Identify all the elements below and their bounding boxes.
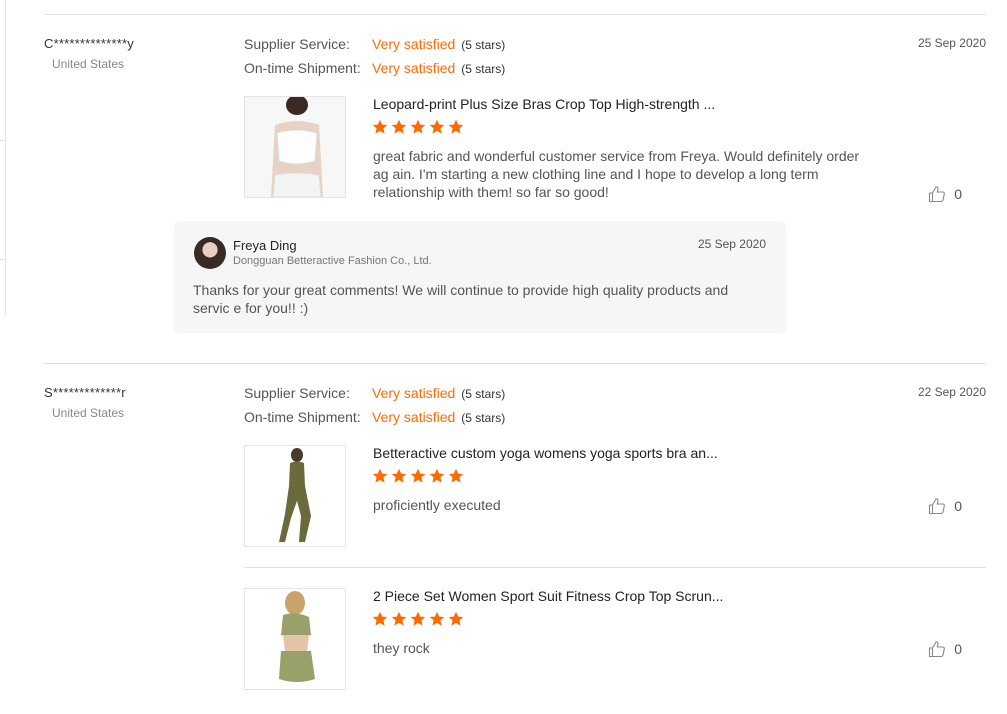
product-review: Leopard-print Plus Size Bras Crop Top Hi… — [244, 96, 986, 216]
reply-company: Dongguan Betteractive Fashion Co., Ltd. — [233, 255, 432, 267]
review-date: 22 Sep 2020 — [917, 385, 986, 399]
supplier-reply: Freya Ding Dongguan Betteractive Fashion… — [174, 221, 786, 333]
product-stars — [372, 468, 467, 488]
review-comment: proficiently executed — [373, 497, 501, 513]
supplier-service-label: Supplier Service: — [244, 385, 350, 401]
buyer-country: United States — [52, 57, 125, 71]
shipment-value: Very satisfied — [372, 409, 456, 425]
like-count: 0 — [954, 186, 962, 202]
review-comment: they rock — [373, 640, 430, 656]
left-border-tick — [0, 140, 6, 141]
star-icon — [429, 611, 445, 626]
supplier-service-label: Supplier Service: — [244, 36, 350, 52]
thumbs-up-icon — [929, 186, 946, 203]
product-thumbnail[interactable] — [244, 588, 346, 690]
review-item: S*************r United States Supplier S… — [44, 363, 986, 704]
shipment-label: On-time Shipment: — [244, 409, 361, 425]
left-border — [5, 0, 6, 315]
reply-author-name: Freya Ding — [233, 238, 297, 253]
star-icon — [410, 119, 426, 134]
shipment-label: On-time Shipment: — [244, 60, 361, 76]
product-divider — [244, 567, 986, 568]
star-icon — [410, 468, 426, 483]
star-icon — [372, 468, 388, 483]
product-stars — [372, 119, 467, 139]
like-count: 0 — [954, 641, 962, 657]
avatar — [194, 237, 226, 269]
star-icon — [429, 468, 445, 483]
buyer-name: S*************r — [44, 385, 126, 400]
like-button[interactable]: 0 — [928, 185, 962, 203]
supplier-service-stars: (5 stars) — [461, 38, 506, 52]
shipment-stars: (5 stars) — [461, 411, 506, 425]
product-image — [245, 446, 345, 546]
product-title-link[interactable]: 2 Piece Set Women Sport Suit Fitness Cro… — [373, 588, 723, 604]
star-icon — [448, 468, 464, 483]
supplier-service-rating: Supplier Service: Very satisfied (5 stars) — [244, 385, 505, 401]
star-icon — [448, 119, 464, 134]
product-stars — [372, 611, 467, 631]
star-icon — [372, 119, 388, 134]
thumbs-up-icon — [929, 641, 946, 658]
supplier-service-stars: (5 stars) — [461, 387, 506, 401]
product-title-link[interactable]: Leopard-print Plus Size Bras Crop Top Hi… — [373, 96, 715, 112]
review-item: C**************y United States Supplier … — [44, 14, 986, 364]
star-icon — [391, 468, 407, 483]
supplier-service-rating: Supplier Service: Very satisfied (5 stars) — [244, 36, 505, 52]
review-date: 25 Sep 2020 — [917, 36, 986, 50]
product-image — [245, 97, 345, 197]
star-icon — [391, 611, 407, 626]
shipment-rating: On-time Shipment: Very satisfied (5 stars) — [244, 60, 505, 76]
buyer-country: United States — [52, 406, 125, 420]
star-icon — [410, 611, 426, 626]
product-thumbnail[interactable] — [244, 96, 346, 198]
shipment-stars: (5 stars) — [461, 62, 506, 76]
star-icon — [429, 119, 445, 134]
shipment-rating: On-time Shipment: Very satisfied (5 stars) — [244, 409, 505, 425]
product-thumbnail[interactable] — [244, 445, 346, 547]
supplier-service-value: Very satisfied — [372, 385, 456, 401]
product-review: Betteractive custom yoga womens yoga spo… — [244, 445, 986, 555]
reply-text: Thanks for your great comments! We will … — [193, 282, 729, 316]
supplier-service-value: Very satisfied — [372, 36, 456, 52]
like-button[interactable]: 0 — [928, 497, 962, 515]
review-comment: great fabric and wonderful customer serv… — [373, 148, 860, 200]
shipment-value: Very satisfied — [372, 60, 456, 76]
star-icon — [448, 611, 464, 626]
buyer-name: C**************y — [44, 36, 134, 51]
like-count: 0 — [954, 498, 962, 514]
reply-date: 25 Sep 2020 — [697, 237, 766, 251]
like-button[interactable]: 0 — [928, 640, 962, 658]
product-image — [245, 589, 345, 689]
left-border-tick — [0, 259, 6, 260]
product-title-link[interactable]: Betteractive custom yoga womens yoga spo… — [373, 445, 718, 461]
product-review: 2 Piece Set Women Sport Suit Fitness Cro… — [244, 588, 986, 698]
star-icon — [391, 119, 407, 134]
star-icon — [372, 611, 388, 626]
thumbs-up-icon — [929, 498, 946, 515]
